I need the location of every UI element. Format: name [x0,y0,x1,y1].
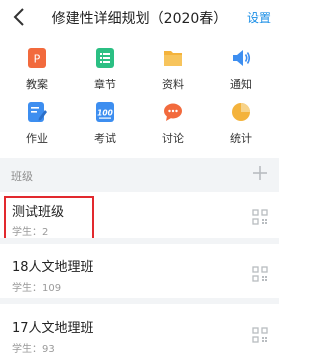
feature-grid: P 教案 章节 资料 通知 作业 100 考试 讨论 统计 [0,44,279,154]
page-title: 修建性详细规划（2020春） [51,11,228,27]
grid-item-label: 考试 [94,132,116,145]
class-name: 18人文地理班 [12,260,94,275]
qr-code-icon[interactable] [252,327,268,343]
add-class-plus-icon[interactable] [253,166,267,180]
pie-chart-icon [232,103,250,121]
folder-icon [164,51,182,66]
grid-item-lesson-plan[interactable]: P 教案 [12,48,62,98]
class-list-item[interactable]: 18人文地理班 学生：109 [0,244,279,304]
grid-item-chapters[interactable]: 章节 [80,48,130,98]
student-count: 学生：109 [12,283,62,294]
svg-text:P: P [34,53,41,66]
grid-item-label: 章节 [94,78,116,91]
grid-item-label: 通知 [230,78,252,91]
grid-item-label: 作业 [26,132,48,145]
class-name: 17人文地理班 [12,321,94,336]
class-list-item[interactable]: 17人文地理班 学生：93 [0,304,279,363]
list-icon [96,48,114,68]
qr-code-icon[interactable] [252,209,268,225]
exam-icon: 100 [96,102,114,122]
section-title: 班级 [11,170,33,183]
grid-item-label: 资料 [162,78,184,91]
qr-code-icon[interactable] [252,266,268,282]
student-count: 学生：93 [12,344,55,355]
grid-item-notices[interactable]: 通知 [216,48,266,98]
document-icon: P [28,48,46,68]
class-section-header: 班级 [0,158,279,192]
class-name: 测试班级 [12,205,65,220]
edit-icon [28,102,47,122]
grid-item-label: 教案 [26,78,48,91]
back-arrow-icon[interactable] [10,6,30,28]
student-count: 学生：2 [12,227,49,238]
header: 修建性详细规划（2020春） 设置 [0,0,279,34]
svg-text:100: 100 [97,109,113,118]
settings-button[interactable]: 设置 [247,9,271,26]
grid-item-statistics[interactable]: 统计 [216,102,266,152]
grid-item-homework[interactable]: 作业 [12,102,62,152]
chat-icon [164,103,182,121]
grid-item-label: 讨论 [162,132,184,145]
grid-item-exams[interactable]: 100 考试 [80,102,130,152]
grid-item-materials[interactable]: 资料 [148,48,198,98]
grid-item-discussion[interactable]: 讨论 [148,102,198,152]
speaker-icon [233,50,251,66]
class-list-item[interactable]: 测试班级 学生：2 [0,192,279,244]
grid-item-label: 统计 [230,132,252,145]
